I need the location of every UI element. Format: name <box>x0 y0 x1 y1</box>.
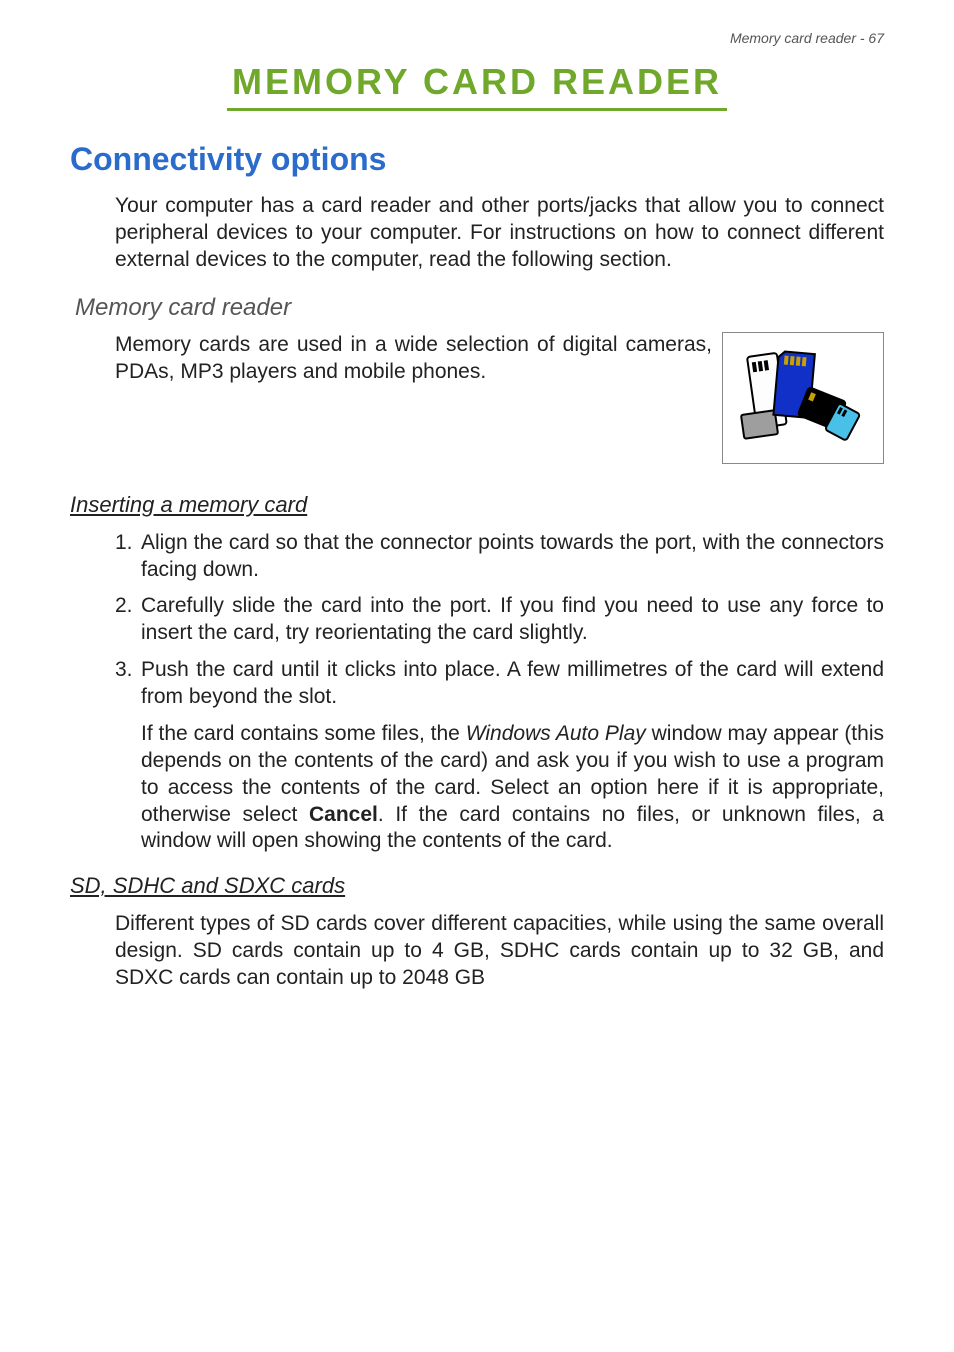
list-number: 2. <box>115 593 133 620</box>
cancel-strong: Cancel <box>309 803 378 826</box>
cards-icon <box>733 343 873 453</box>
page-title: MEMORY CARD READER <box>70 61 884 103</box>
heading-inserting-card: Inserting a memory card <box>70 492 884 518</box>
list-item: 2. Carefully slide the card into the por… <box>115 593 884 647</box>
list-number: 3. <box>115 657 133 684</box>
intro-paragraph: Your computer has a card reader and othe… <box>115 193 884 274</box>
sd-paragraph: Different types of SD cards cover differ… <box>115 911 884 992</box>
text-run: If the card contains some files, the <box>141 722 466 745</box>
title-underline <box>227 108 727 111</box>
list-item: 3. Push the card until it clicks into pl… <box>115 657 884 711</box>
heading-connectivity: Connectivity options <box>70 141 884 178</box>
list-number: 1. <box>115 530 133 557</box>
list-text: Push the card until it clicks into place… <box>141 658 884 708</box>
autoplay-em: Windows Auto Play <box>466 722 646 745</box>
memory-cards-illustration <box>722 332 884 464</box>
heading-sd-cards: SD, SDHC and SDXC cards <box>70 873 884 899</box>
list-text: Carefully slide the card into the port. … <box>141 594 884 644</box>
running-header: Memory card reader - 67 <box>70 30 884 46</box>
page-content: Memory card reader - 67 MEMORY CARD READ… <box>0 0 954 1072</box>
list-text: Align the card so that the connector poi… <box>141 531 884 581</box>
heading-memory-card-reader: Memory card reader <box>75 294 884 322</box>
autoplay-paragraph: If the card contains some files, the Win… <box>141 721 884 855</box>
insert-steps-list: 1. Align the card so that the connector … <box>115 530 884 711</box>
list-item: 1. Align the card so that the connector … <box>115 530 884 584</box>
